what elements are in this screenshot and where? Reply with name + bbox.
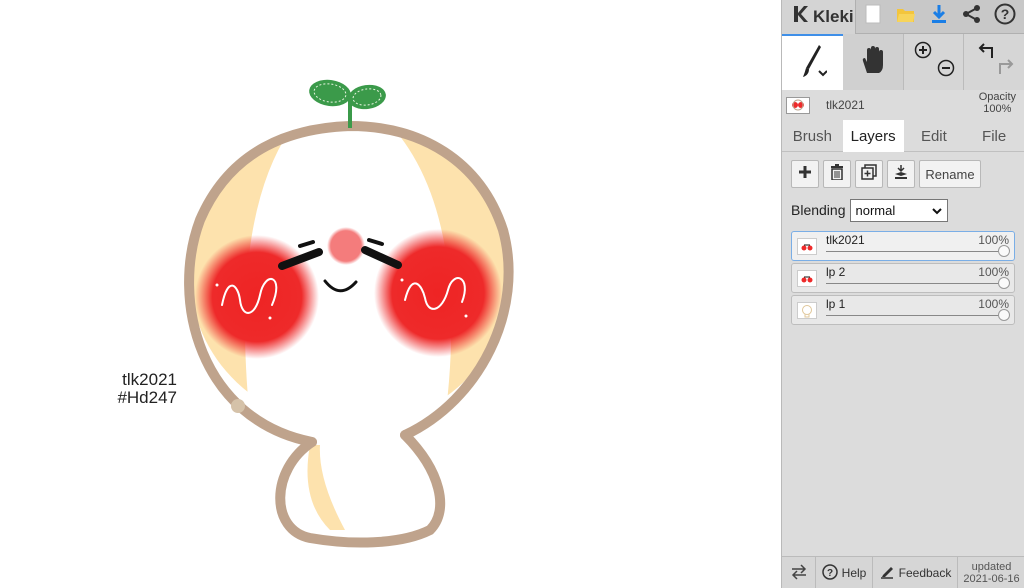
delete-layer-button[interactable]: [823, 160, 851, 188]
body-outline: [275, 430, 446, 548]
sidebar: Kleki ? tlk2021 Opacity 100% Brush Layer…: [781, 0, 1024, 588]
layer-opacity-track: [826, 315, 1006, 316]
layer-opacity-track: [826, 283, 1006, 284]
layer-actions: Rename: [791, 160, 1016, 190]
drawing-canvas[interactable]: tlk2021 #Hd247: [0, 0, 781, 588]
layer-row[interactable]: lp 1 100%: [791, 295, 1015, 325]
brush-tool-button[interactable]: [782, 34, 843, 90]
layer-thumbnail: [786, 96, 810, 114]
trash-icon: [830, 163, 844, 185]
layer-name: tlk2021: [826, 233, 865, 247]
opacity-label: Opacity: [978, 91, 1016, 103]
chevron-down-icon: [931, 203, 942, 218]
share-icon: [962, 4, 982, 29]
caption-line-1: tlk2021: [122, 370, 177, 389]
feedback-link[interactable]: Feedback: [873, 557, 958, 588]
layer-thumbnail: [797, 238, 817, 255]
left-blush: [195, 235, 319, 359]
add-layer-button[interactable]: [791, 160, 819, 188]
opacity-value: 100%: [983, 103, 1012, 115]
download-icon: [930, 4, 948, 29]
help-button[interactable]: ?: [988, 0, 1021, 34]
rename-layer-button[interactable]: Rename: [919, 160, 981, 188]
new-image-icon: [865, 4, 881, 29]
nose: [327, 227, 365, 265]
layer-opacity-track: [826, 251, 1006, 252]
duplicate-layer-button[interactable]: [855, 160, 883, 188]
updated-label: updated: [971, 561, 1012, 573]
merge-down-icon: [893, 164, 909, 185]
current-layer-preview: tlk2021 Opacity 100%: [782, 90, 1024, 120]
canvas-caption: tlk2021 #Hd247: [96, 371, 177, 407]
layer-thumbnail: [797, 302, 817, 319]
tab-brush[interactable]: Brush: [782, 120, 843, 152]
blending-select[interactable]: normal: [849, 198, 948, 222]
top-bar: Kleki ?: [782, 0, 1024, 34]
layer-thumbnail: [797, 270, 817, 287]
save-image-button[interactable]: [922, 0, 955, 34]
brush-tool-icon: [797, 41, 829, 86]
update-info[interactable]: updated 2021-06-16: [958, 557, 1024, 588]
blending-value: normal: [855, 202, 896, 218]
svg-text:?: ?: [827, 568, 833, 579]
layer-opacity-slider-handle[interactable]: [998, 245, 1010, 257]
drawing-artwork: [184, 79, 514, 548]
right-blush: [374, 229, 502, 357]
current-layer-name: tlk2021: [826, 98, 865, 112]
help-label: Help: [841, 566, 867, 580]
tab-layers[interactable]: Layers: [842, 120, 904, 152]
plus-icon: [798, 165, 812, 184]
swap-arrows-icon: [790, 563, 808, 583]
bottom-bar: ? Help Feedback updated 2021-06-16: [782, 556, 1024, 588]
layer-opacity-slider-handle[interactable]: [998, 277, 1010, 289]
layers-panel: Rename Blending normal tlk2021 100% lp 2…: [782, 152, 1024, 325]
svg-text:?: ?: [1000, 6, 1009, 22]
mouth: [323, 279, 358, 293]
feedback-icon: [879, 564, 895, 583]
feedback-label: Feedback: [898, 566, 952, 580]
zoom-out-icon[interactable]: [937, 59, 955, 82]
caption-line-2: #Hd247: [117, 388, 177, 407]
blending-label: Blending: [791, 202, 846, 218]
swap-side-button[interactable]: [782, 557, 816, 588]
app-name: Kleki: [813, 6, 854, 26]
zoom-controls: [903, 34, 965, 90]
undo-icon[interactable]: [976, 42, 996, 65]
share-button[interactable]: [955, 0, 988, 34]
updated-date: 2021-06-16: [963, 573, 1020, 585]
redo-icon[interactable]: [996, 58, 1016, 81]
hand-tool-button[interactable]: [842, 34, 904, 90]
tool-row: [782, 34, 1024, 90]
layer-name: lp 2: [826, 265, 846, 279]
help-icon: ?: [994, 3, 1016, 30]
app-logo[interactable]: Kleki: [782, 0, 856, 34]
open-folder-icon: [896, 5, 916, 28]
tab-file[interactable]: File: [964, 120, 1024, 152]
hand-tool-icon: [859, 45, 887, 80]
help-link[interactable]: ? Help: [816, 557, 873, 588]
new-image-button[interactable]: [856, 0, 889, 34]
tab-edit[interactable]: Edit: [904, 120, 965, 152]
panel-tabs: Brush Layers Edit File: [782, 120, 1024, 152]
help-circle-icon: ?: [821, 563, 838, 583]
duplicate-icon: [861, 163, 877, 185]
open-image-button[interactable]: [889, 0, 922, 34]
opacity-readout: Opacity 100%: [979, 91, 1016, 115]
layer-row[interactable]: tlk2021 100%: [791, 231, 1015, 261]
layer-list: tlk2021 100% lp 2 100% lp 1 100%: [791, 231, 1016, 325]
merge-layer-button[interactable]: [887, 160, 915, 188]
blending-row: Blending normal: [791, 198, 1016, 222]
zoom-in-icon[interactable]: [914, 41, 932, 64]
layer-row[interactable]: lp 2 100%: [791, 263, 1015, 293]
kleki-logo-icon: [790, 4, 810, 29]
history-controls: [964, 34, 1024, 90]
sprout: [309, 79, 386, 128]
layer-opacity-slider-handle[interactable]: [998, 309, 1010, 321]
layer-name: lp 1: [826, 297, 846, 311]
